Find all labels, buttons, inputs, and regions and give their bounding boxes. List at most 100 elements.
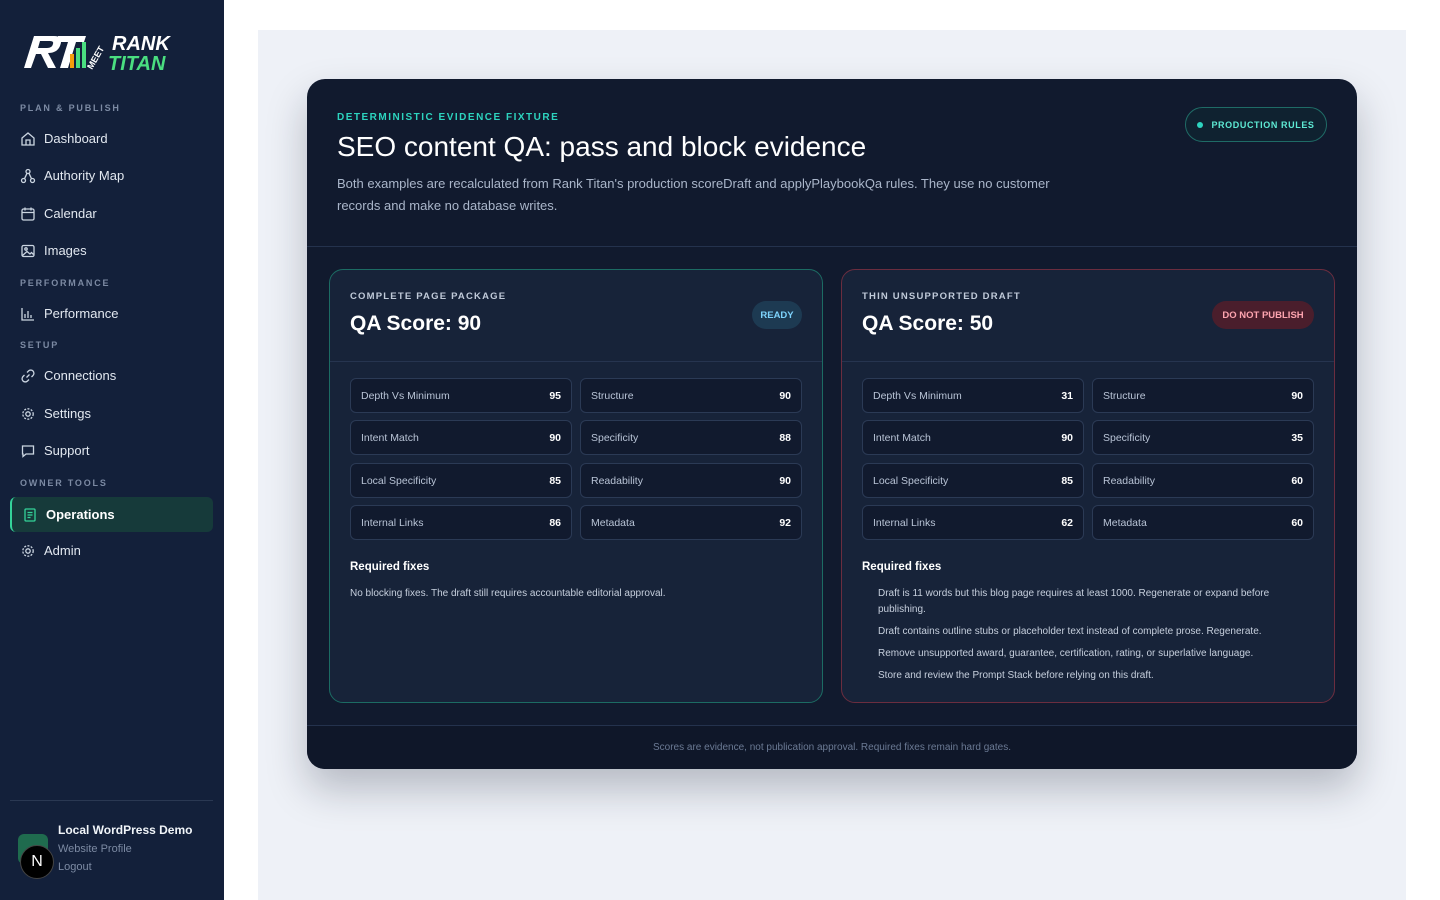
sidebar-item-support[interactable]: Support — [10, 433, 213, 468]
panel-eyebrow: COMPLETE PAGE PACKAGE — [350, 291, 507, 302]
metric-depth: Depth Vs Minimum 31 — [862, 378, 1084, 413]
required-fixes-list: Draft is 11 words but this blog page req… — [878, 586, 1308, 690]
metric-readability: Readability 90 — [580, 463, 802, 498]
logo-titan-text: TITAN — [108, 53, 166, 74]
sidebar-item-images[interactable]: Images — [10, 233, 213, 268]
sidebar-item-label: Dashboard — [44, 131, 108, 146]
metric-structure: Structure 90 — [1092, 378, 1314, 413]
production-rules-label: PRODUCTION RULES — [1211, 119, 1315, 130]
list-item: Remove unsupported award, guarantee, cer… — [878, 648, 1254, 659]
bar-chart-icon — [20, 306, 36, 322]
metric-label: Intent Match — [873, 431, 931, 444]
card-header: DETERMINISTIC EVIDENCE FIXTURE SEO conte… — [307, 79, 1357, 247]
status-dot-icon — [1197, 121, 1204, 128]
logo-rank-text: RANK — [112, 33, 171, 55]
metric-label: Readability — [1103, 474, 1155, 487]
section-plan-publish: PLAN & PUBLISH — [20, 103, 121, 113]
section-setup: SETUP — [20, 340, 60, 350]
sidebar-item-label: Performance — [44, 306, 119, 321]
footer-note: Scores are evidence, not publication app… — [653, 742, 1011, 753]
list-item: Draft is 11 words but this blog page req… — [878, 588, 1270, 615]
production-rules-badge[interactable]: PRODUCTION RULES — [1185, 107, 1327, 142]
metric-value: 31 — [1061, 389, 1073, 402]
section-owner-tools: OWNER TOOLS — [20, 478, 108, 488]
sidebar-item-label: Authority Map — [44, 168, 125, 183]
metric-label: Local Specificity — [873, 474, 949, 487]
metric-metadata: Metadata 60 — [1092, 505, 1314, 540]
thin-draft-panel: THIN UNSUPPORTED DRAFT QA Score: 50 DO N… — [841, 269, 1335, 703]
status-badge: DO NOT PUBLISH — [1212, 301, 1314, 329]
sidebar-item-calendar[interactable]: Calendar — [10, 196, 213, 231]
metric-specificity: Specificity 88 — [580, 420, 802, 455]
rank-titan-logo[interactable]: MEET RANK TITAN — [20, 30, 200, 75]
n-badge[interactable]: N — [20, 845, 54, 879]
sidebar-item-dashboard[interactable]: Dashboard — [10, 121, 213, 156]
complete-page-panel: COMPLETE PAGE PACKAGE QA Score: 90 READY… — [329, 269, 823, 703]
metric-value: 62 — [1061, 516, 1073, 529]
metric-label: Specificity — [1103, 431, 1151, 444]
panel-eyebrow: THIN UNSUPPORTED DRAFT — [862, 291, 1021, 302]
metric-structure: Structure 90 — [580, 378, 802, 413]
metric-label: Internal Links — [361, 516, 424, 529]
metric-value: 60 — [1291, 474, 1303, 487]
sidebar-item-label: Images — [44, 243, 87, 258]
metric-label: Internal Links — [873, 516, 936, 529]
panel-header: THIN UNSUPPORTED DRAFT QA Score: 50 DO N… — [842, 270, 1334, 362]
list-item: Store and review the Prompt Stack before… — [878, 670, 1154, 681]
network-icon — [20, 168, 36, 184]
qa-score: QA Score: 90 — [350, 312, 482, 335]
metric-value: 90 — [779, 389, 791, 402]
metric-metadata: Metadata 92 — [580, 505, 802, 540]
metric-value: 95 — [549, 389, 561, 402]
logo-meet-text: MEET — [85, 44, 106, 71]
metric-internal-links: Internal Links 62 — [862, 505, 1084, 540]
metric-value: 88 — [779, 431, 791, 444]
sidebar-item-settings[interactable]: Settings — [10, 396, 213, 431]
metric-value: 92 — [779, 516, 791, 529]
sidebar-item-operations[interactable]: Operations — [10, 497, 213, 532]
sidebar-item-authority-map[interactable]: Authority Map — [10, 158, 213, 193]
section-performance: PERFORMANCE — [20, 278, 111, 288]
clipboard-icon — [22, 507, 38, 523]
sidebar-item-label: Support — [44, 443, 90, 458]
metric-internal-links: Internal Links 86 — [350, 505, 572, 540]
metric-value: 85 — [549, 474, 561, 487]
card-footer: Scores are evidence, not publication app… — [307, 725, 1357, 769]
metric-value: 86 — [549, 516, 561, 529]
gear-icon — [20, 543, 36, 559]
page-title: SEO content QA: pass and block evidence — [337, 131, 867, 162]
sidebar-item-connections[interactable]: Connections — [10, 358, 213, 393]
sidebar-item-label: Calendar — [44, 206, 97, 221]
metric-label: Depth Vs Minimum — [873, 389, 962, 402]
metric-label: Depth Vs Minimum — [361, 389, 450, 402]
sidebar-item-performance[interactable]: Performance — [10, 296, 213, 331]
metric-value: 35 — [1291, 431, 1303, 444]
metric-value: 90 — [1291, 389, 1303, 402]
required-fixes-heading: Required fixes — [350, 561, 430, 573]
sidebar-item-label: Connections — [44, 368, 117, 383]
gear-icon — [20, 406, 36, 422]
metric-value: 60 — [1291, 516, 1303, 529]
sidebar-item-label: Operations — [46, 507, 115, 522]
metric-depth: Depth Vs Minimum 95 — [350, 378, 572, 413]
sidebar-item-admin[interactable]: Admin — [10, 533, 213, 568]
sidebar: MEET RANK TITAN PLAN & PUBLISH Dashboard… — [0, 0, 224, 900]
profile-block: N Local WordPress Demo Website Profile L… — [18, 822, 218, 882]
metric-local-specificity: Local Specificity 85 — [862, 463, 1084, 498]
metric-local-specificity: Local Specificity 85 — [350, 463, 572, 498]
home-icon — [20, 131, 36, 147]
metric-value: 85 — [1061, 474, 1073, 487]
website-profile-link[interactable]: Website Profile — [58, 843, 132, 855]
logout-link[interactable]: Logout — [58, 861, 92, 873]
panel-header: COMPLETE PAGE PACKAGE QA Score: 90 READY — [330, 270, 822, 362]
page-subtitle: Both examples are recalculated from Rank… — [337, 176, 1050, 213]
link-icon — [20, 368, 36, 384]
metric-value: 90 — [549, 431, 561, 444]
metric-label: Specificity — [591, 431, 639, 444]
eyebrow-label: DETERMINISTIC EVIDENCE FIXTURE — [337, 112, 560, 123]
metric-label: Local Specificity — [361, 474, 437, 487]
calendar-icon — [20, 206, 36, 222]
required-fixes-text: No blocking fixes. The draft still requi… — [350, 588, 666, 599]
metric-label: Structure — [591, 389, 634, 402]
profile-name: Local WordPress Demo — [58, 823, 193, 837]
